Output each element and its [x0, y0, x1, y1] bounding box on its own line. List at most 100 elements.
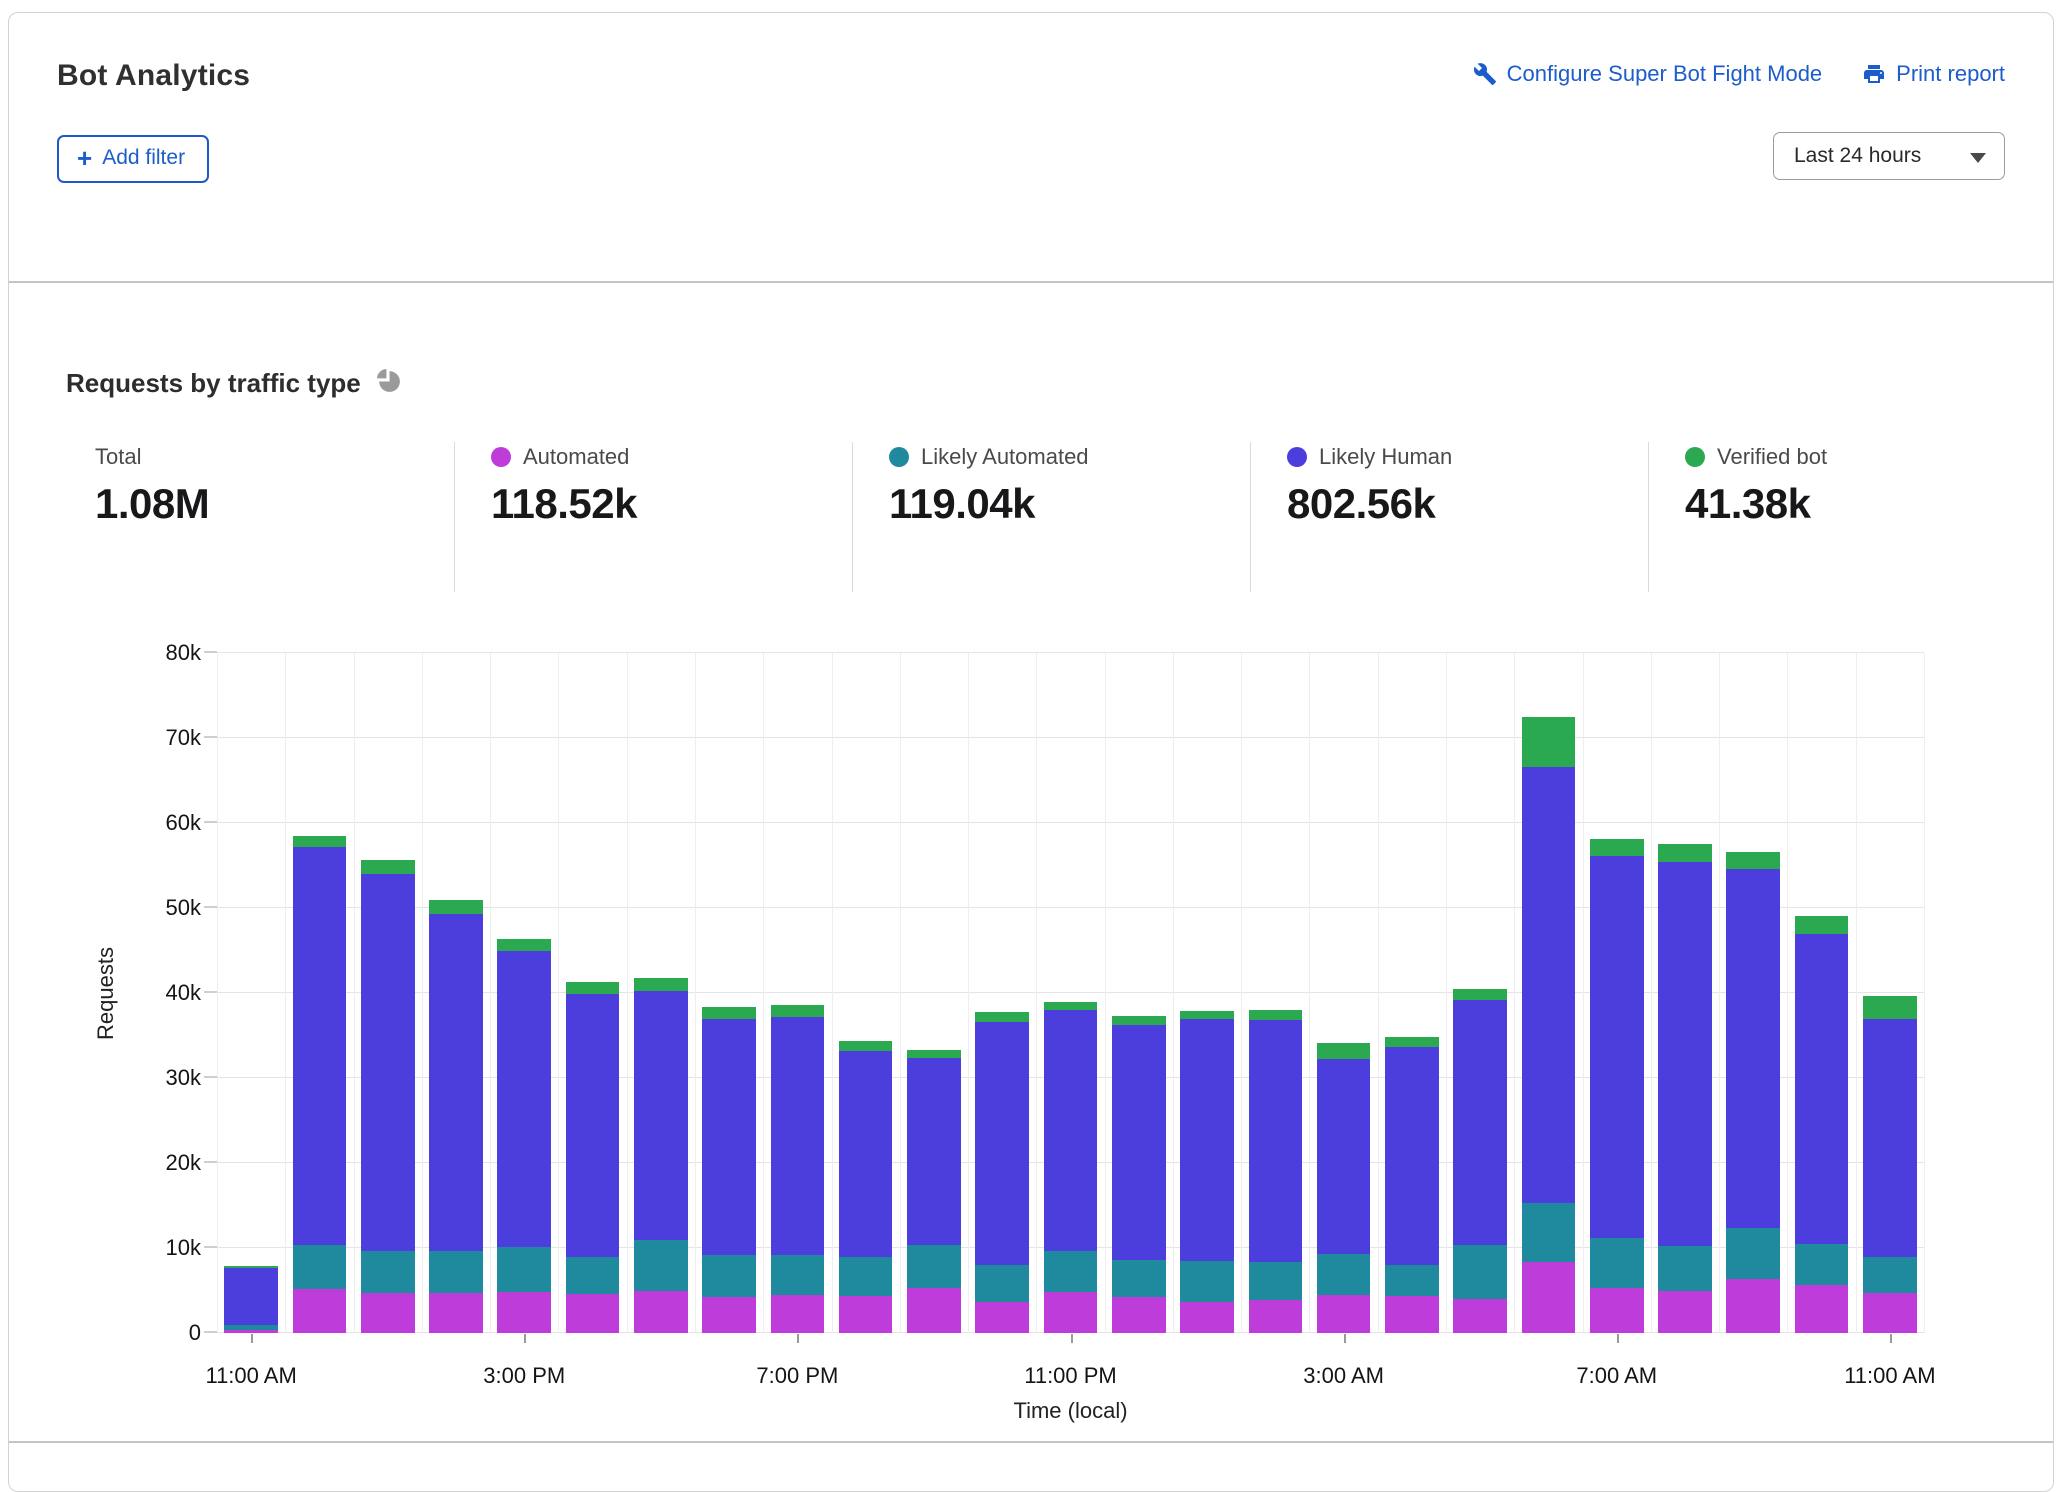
bar-segment-verified-bot [634, 978, 688, 992]
y-tick-label: 60k [166, 810, 201, 836]
bar-segment-likely-human [293, 847, 347, 1246]
bar-3:00 PM[interactable] [497, 653, 551, 1333]
bar-7:00 AM[interactable] [1590, 653, 1644, 1333]
bar-8:00 AM[interactable] [1658, 653, 1712, 1333]
bar-11:00 AM[interactable] [224, 653, 278, 1333]
print-link-label: Print report [1896, 61, 2005, 87]
bar-segment-automated [497, 1292, 551, 1333]
automated-legend-dot [491, 447, 511, 467]
time-range-select[interactable]: Last 24 hours [1773, 132, 2005, 180]
bar-segment-likely-human [839, 1051, 893, 1257]
y-tick [204, 1076, 217, 1078]
header-actions: Configure Super Bot Fight Mode Print rep… [1473, 61, 2005, 87]
add-filter-label: Add filter [102, 146, 185, 170]
stat-likely-human-value: 802.56k [1287, 480, 1648, 528]
bar-segment-likely-human [1522, 767, 1576, 1203]
x-tick [1071, 1334, 1073, 1343]
bar-segment-verified-bot [1522, 717, 1576, 767]
bar-2:00 PM[interactable] [429, 653, 483, 1333]
bar-segment-verified-bot [771, 1005, 825, 1017]
bar-segment-verified-bot [1180, 1011, 1234, 1020]
bar-11:00 AM[interactable] [1863, 653, 1917, 1333]
bar-5:00 AM[interactable] [1453, 653, 1507, 1333]
add-filter-button[interactable]: + Add filter [57, 135, 209, 183]
bar-12:00 PM[interactable] [293, 653, 347, 1333]
bar-segment-automated [1249, 1300, 1303, 1333]
bar-12:00 AM[interactable] [1112, 653, 1166, 1333]
bar-9:00 PM[interactable] [907, 653, 961, 1333]
bar-segment-likely-automated [1112, 1260, 1166, 1297]
bar-segment-automated [1658, 1291, 1712, 1333]
bar-segment-verified-bot [839, 1041, 893, 1051]
bar-segment-verified-bot [1044, 1002, 1098, 1010]
bar-segment-likely-automated [1863, 1257, 1917, 1293]
bar-segment-likely-human [1249, 1020, 1303, 1261]
plus-icon: + [77, 148, 92, 168]
configure-super-bot-fight-mode-link[interactable]: Configure Super Bot Fight Mode [1473, 61, 1823, 87]
bar-segment-automated [1112, 1297, 1166, 1333]
bar-1:00 PM[interactable] [361, 653, 415, 1333]
bar-segment-likely-automated [1180, 1261, 1234, 1303]
bar-4:00 AM[interactable] [1385, 653, 1439, 1333]
x-tick [524, 1334, 526, 1343]
bar-10:00 AM[interactable] [1795, 653, 1849, 1333]
bar-segment-likely-automated [429, 1251, 483, 1293]
y-tick-label: 70k [166, 725, 201, 751]
bar-8:00 PM[interactable] [839, 653, 893, 1333]
bar-segment-likely-automated [497, 1247, 551, 1292]
bar-segment-likely-automated [975, 1265, 1029, 1302]
bar-segment-likely-automated [702, 1255, 756, 1298]
gridline [217, 653, 218, 1333]
x-axis-title: Time (local) [217, 1398, 1924, 1424]
x-tick [1344, 1334, 1346, 1343]
verified-bot-legend-dot [1685, 447, 1705, 467]
bar-9:00 AM[interactable] [1726, 653, 1780, 1333]
gridline [558, 653, 559, 1333]
print-report-link[interactable]: Print report [1862, 61, 2005, 87]
bar-11:00 PM[interactable] [1044, 653, 1098, 1333]
section-divider [9, 1441, 2053, 1443]
y-tick-label: 50k [166, 895, 201, 921]
bar-segment-likely-human [1453, 1000, 1507, 1246]
bar-6:00 AM[interactable] [1522, 653, 1576, 1333]
bar-segment-likely-automated [1658, 1246, 1712, 1291]
bar-segment-likely-automated [634, 1240, 688, 1291]
gridline [285, 653, 286, 1333]
stat-total: Total 1.08M [66, 442, 454, 592]
gridline [1856, 653, 1857, 1333]
pie-chart-icon [375, 367, 402, 399]
bar-segment-verified-bot [1453, 989, 1507, 1000]
bar-segment-likely-human [429, 914, 483, 1251]
bar-segment-likely-human [497, 951, 551, 1247]
stat-likely-human: Likely Human 802.56k [1250, 442, 1648, 592]
bot-analytics-card: Bot Analytics Configure Super Bot Fight … [8, 12, 2054, 1492]
bar-segment-likely-human [1385, 1047, 1439, 1265]
y-tick-label: 30k [166, 1065, 201, 1091]
page-title: Bot Analytics [57, 59, 250, 93]
likely-human-legend-dot [1287, 447, 1307, 467]
bar-segment-automated [702, 1297, 756, 1333]
x-tick [797, 1334, 799, 1343]
bar-segment-likely-human [1317, 1059, 1371, 1254]
bar-5:00 PM[interactable] [634, 653, 688, 1333]
stat-automated-value: 118.52k [491, 480, 852, 528]
bar-7:00 PM[interactable] [771, 653, 825, 1333]
x-tick [1617, 1334, 1619, 1343]
stat-automated: Automated 118.52k [454, 442, 852, 592]
y-tick-label: 80k [166, 640, 201, 666]
bar-segment-likely-automated [1385, 1265, 1439, 1296]
bar-10:00 PM[interactable] [975, 653, 1029, 1333]
bar-3:00 AM[interactable] [1317, 653, 1371, 1333]
gridline [1173, 653, 1174, 1333]
gridline [1105, 653, 1106, 1333]
gridline [1378, 653, 1379, 1333]
gridline [1924, 653, 1925, 1333]
bar-1:00 AM[interactable] [1180, 653, 1234, 1333]
bar-6:00 PM[interactable] [702, 653, 756, 1333]
bar-4:00 PM[interactable] [566, 653, 620, 1333]
bar-segment-verified-bot [293, 836, 347, 847]
bar-segment-automated [429, 1293, 483, 1333]
stat-likely-automated: Likely Automated 119.04k [852, 442, 1250, 592]
bar-2:00 AM[interactable] [1249, 653, 1303, 1333]
stat-verified-bot-value: 41.38k [1685, 480, 2046, 528]
